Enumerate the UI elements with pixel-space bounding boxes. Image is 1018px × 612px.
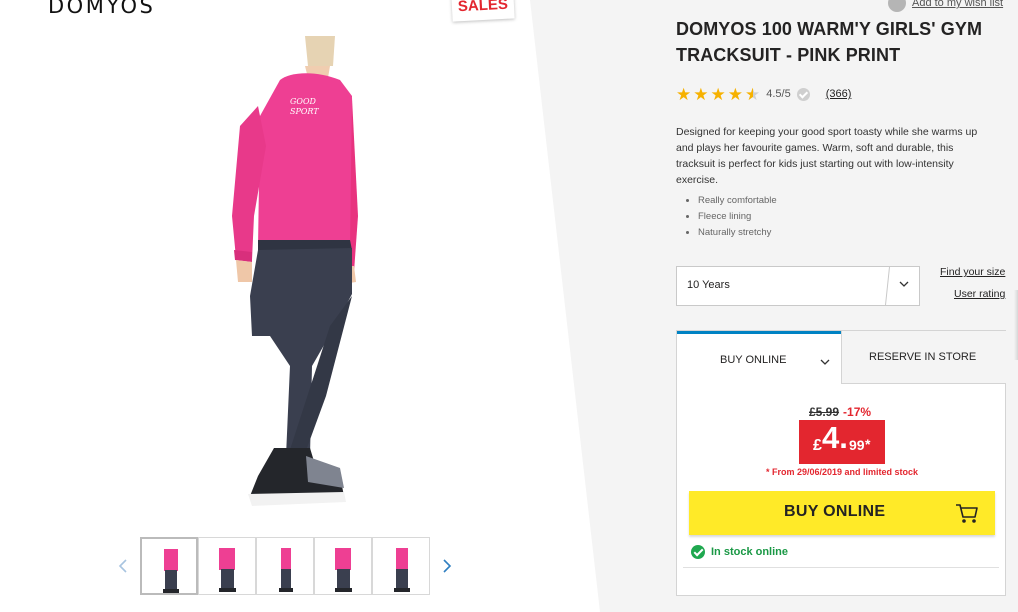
buy-online-button[interactable]: BUY ONLINE [689, 491, 995, 535]
stock-status: In stock online [691, 545, 788, 559]
thumbnail-prev-arrow[interactable] [116, 556, 132, 576]
product-main-image[interactable]: GOOD SPORT [140, 36, 430, 516]
svg-text:GOOD: GOOD [290, 97, 317, 106]
chevron-down-icon [820, 359, 830, 365]
old-price-row: £5.99 -17% [809, 405, 871, 419]
tab-reserve-label: RESERVE IN STORE [869, 351, 977, 363]
product-title: DOMYOS 100 WARM'Y GIRLS' GYM TRACKSUIT -… [676, 19, 983, 65]
svg-text:SPORT: SPORT [290, 107, 319, 116]
thumbnail-3[interactable] [256, 537, 314, 595]
price-note: * From 29/06/2019 and limited stock [765, 467, 919, 477]
scroll-edge-shadow [1014, 290, 1018, 360]
thumbnail-2[interactable] [198, 537, 256, 595]
thumbnail-4[interactable] [314, 537, 372, 595]
price-currency: £ [813, 437, 822, 454]
thumbnail-next-arrow[interactable] [440, 556, 456, 576]
feature-item: Really comfortable [698, 193, 777, 209]
thumbnail-strip [140, 537, 430, 595]
chevron-down-icon [899, 281, 909, 287]
purchase-box: BUY ONLINE RESERVE IN STORE £5.99 -17% £… [676, 330, 1006, 596]
feature-list: Really comfortable Fleece lining Natural… [698, 193, 777, 241]
old-price: £5.99 [809, 405, 840, 419]
select-divider [885, 267, 890, 305]
star-icon: ★ [693, 84, 709, 104]
star-icon: ★ [710, 84, 726, 104]
buy-online-label: BUY ONLINE [784, 503, 886, 520]
review-count-link[interactable]: (366) [826, 88, 852, 100]
sale-badge: SALES [451, 0, 515, 22]
heart-icon [888, 0, 906, 12]
rating-value: 4.5/5 [766, 88, 791, 100]
star-icon: ★ [676, 84, 692, 104]
product-description: Designed for keeping your good sport toa… [676, 126, 978, 186]
feature-item: Fleece lining [698, 209, 777, 225]
rating-row: ★ ★ ★ ★ ★ 4.5/5 (366) [676, 84, 851, 104]
brand-logo[interactable]: DOMYOS [48, 0, 155, 18]
user-rating-link[interactable]: User rating [954, 288, 1005, 300]
price-tag: £ 4. 99 * [799, 420, 885, 464]
discount-badge: -17% [843, 405, 872, 419]
check-circle-icon [691, 545, 705, 559]
tab-reserve-in-store[interactable]: RESERVE IN STORE [841, 331, 1006, 384]
size-selected-value: 10 Years [687, 279, 730, 291]
feature-item: Naturally stretchy [698, 225, 777, 241]
cart-icon [956, 504, 978, 523]
divider [683, 567, 999, 568]
half-star-icon: ★ [745, 84, 761, 104]
hair-shape [305, 36, 335, 66]
thumbnail-1[interactable] [140, 537, 198, 595]
stock-status-label: In stock online [711, 546, 789, 558]
verified-check-icon [796, 87, 810, 101]
tab-buy-online-label: BUY ONLINE [720, 354, 787, 366]
size-select[interactable]: 10 Years [676, 266, 920, 306]
price-decimals: 99 [849, 437, 865, 453]
tab-buy-online[interactable]: BUY ONLINE [677, 331, 841, 383]
wishlist-label: Add to my wish list [912, 0, 1004, 9]
price-asterisk: * [865, 436, 871, 452]
price-integer: 4. [822, 420, 848, 455]
thumbnail-5[interactable] [372, 537, 430, 595]
rating-stars: ★ ★ ★ ★ ★ [676, 86, 760, 103]
star-icon: ★ [727, 84, 743, 104]
wishlist-link[interactable]: Add to my wish list [888, 0, 1003, 12]
find-your-size-link[interactable]: Find your size [940, 266, 1005, 278]
